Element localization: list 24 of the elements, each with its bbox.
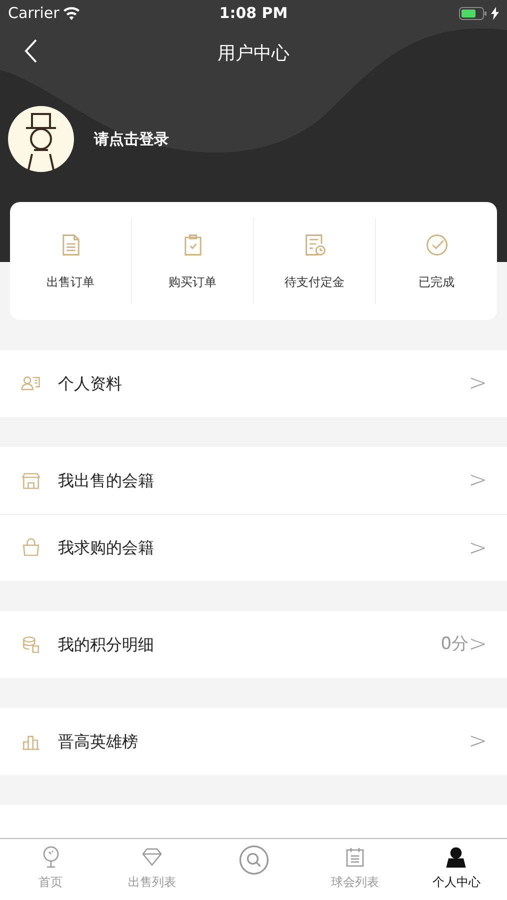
carrier-label: Carrier	[8, 2, 60, 24]
coins-icon	[20, 634, 42, 656]
order-shortcut-button[interactable]: 出售订单	[10, 202, 131, 320]
menu-label: 我求购的会籍	[58, 537, 155, 559]
order-shortcut-button[interactable]: 待支付定金	[254, 202, 375, 320]
chevron-icon: >	[468, 628, 487, 661]
chevron-icon: >	[468, 464, 487, 497]
login-link[interactable]: 请点击登录	[94, 128, 169, 150]
order-shortcut-button[interactable]: 已完成	[376, 202, 497, 320]
menu-label: 我的积分明细	[58, 634, 155, 656]
chevron-icon: >	[468, 532, 487, 564]
order-shortcut-button[interactable]: 购买订单	[132, 202, 253, 320]
menu-label: 我出售的会籍	[58, 470, 155, 492]
bag-icon	[20, 537, 42, 559]
tab-button[interactable]: 个人中心	[406, 839, 507, 900]
chevron-icon: >	[468, 725, 487, 758]
user-icon	[444, 845, 468, 869]
menu-label: 晋高英雄榜	[58, 730, 139, 752]
chevron-icon: >	[468, 367, 487, 400]
search-icon	[238, 845, 269, 875]
page-title: 用户中心	[218, 42, 290, 66]
menu-label: 个人资料	[58, 372, 123, 394]
points-value: 0分	[440, 632, 469, 656]
status-time: 1:08 PM	[219, 2, 288, 24]
